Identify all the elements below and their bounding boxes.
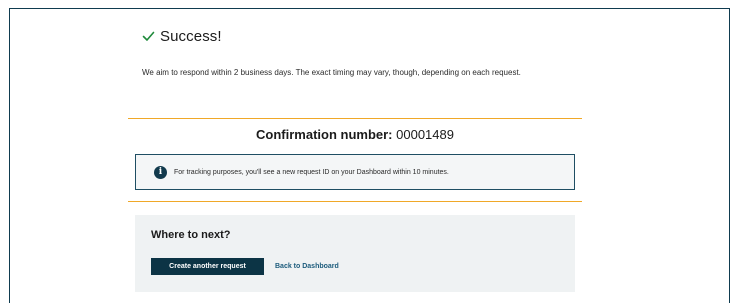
where-to-next-panel: Where to next? Create another request Ba…	[135, 215, 575, 292]
divider-bottom	[128, 201, 582, 202]
where-to-next-title: Where to next?	[151, 229, 231, 241]
info-icon: i	[154, 165, 167, 179]
tracking-info-text: For tracking purposes, you'll see a new …	[174, 168, 449, 176]
response-time-message: We aim to respond within 2 business days…	[142, 68, 521, 77]
success-title: Success!	[160, 28, 222, 45]
back-to-dashboard-link[interactable]: Back to Dashboard	[275, 263, 339, 270]
confirmation-number: Confirmation number: 00001489	[128, 127, 582, 142]
checkmark-icon	[142, 31, 155, 42]
confirmation-value: 00001489	[396, 127, 454, 142]
success-header: Success!	[142, 28, 222, 45]
confirmation-label: Confirmation number:	[256, 127, 393, 142]
create-another-request-button[interactable]: Create another request	[151, 258, 264, 275]
tracking-info-box: i For tracking purposes, you'll see a ne…	[135, 154, 575, 190]
divider-top	[128, 118, 582, 119]
